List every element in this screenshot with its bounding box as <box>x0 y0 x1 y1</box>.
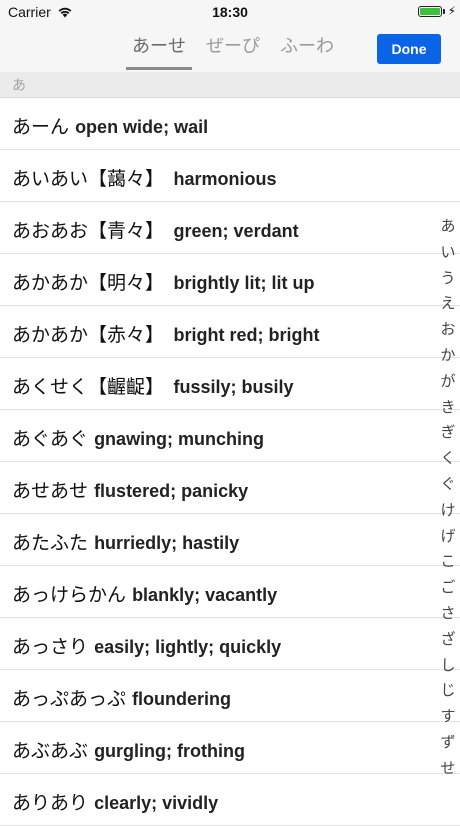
entry-gloss: bright red; bright <box>173 325 320 345</box>
index-letter[interactable]: げ <box>436 524 460 550</box>
entry-list: あーん open wide; wail あいあい【藹々】 harmonious あお… <box>0 98 460 826</box>
entry-reading: あたふた <box>12 532 89 554</box>
list-item[interactable]: あかあか【赤々】 bright red; bright <box>0 306 460 358</box>
entry-text: あっけらかん blankly; vacantly <box>12 580 277 607</box>
entry-reading: あっさり <box>12 636 89 658</box>
list-item[interactable]: あおあお【青々】 green; verdant <box>0 202 460 254</box>
tab-0[interactable]: あーせ <box>126 34 192 70</box>
list-item[interactable]: あくせく【齷齪】 fussily; busily <box>0 358 460 410</box>
entry-text: あぐあぐ gnawing; munching <box>12 424 264 451</box>
index-letter[interactable]: ぐ <box>436 472 460 498</box>
tab-2[interactable]: ふーわ <box>274 34 340 70</box>
list-item[interactable]: あかあか【明々】 brightly lit; lit up <box>0 254 460 306</box>
index-letter[interactable]: さ <box>436 601 460 627</box>
entry-text: あぶあぶ gurgling; frothing <box>12 736 245 763</box>
index-letter[interactable]: ざ <box>436 627 460 653</box>
entry-gloss: easily; lightly; quickly <box>94 637 282 657</box>
entry-reading: あせあせ <box>12 480 89 502</box>
entry-gloss: gurgling; frothing <box>94 741 246 761</box>
entry-reading: あおあお <box>12 220 89 242</box>
entry-text: あいあい【藹々】 harmonious <box>12 164 277 191</box>
charging-icon: ⚡ <box>447 4 456 18</box>
list-item[interactable]: あぶあぶ gurgling; frothing <box>0 722 460 774</box>
index-letter[interactable]: じ <box>436 678 460 704</box>
section-header: あ <box>0 72 460 98</box>
index-letter[interactable]: か <box>436 343 460 369</box>
list-item[interactable]: あたふた hurriedly; hastily <box>0 514 460 566</box>
entry-reading: あいあい <box>12 168 89 190</box>
entry-gloss: flustered; panicky <box>94 481 249 501</box>
index-letter[interactable]: い <box>436 240 460 266</box>
entry-text: あたふた hurriedly; hastily <box>12 528 239 555</box>
index-letter[interactable]: ご <box>436 575 460 601</box>
entry-gloss: gnawing; munching <box>94 429 265 449</box>
section-header-label: あ <box>12 78 26 94</box>
list-item[interactable]: あせあせ flustered; panicky <box>0 462 460 514</box>
section-index[interactable]: あいうえおかがきぎくぐけげこごさざしじすずせ <box>436 214 460 782</box>
entry-reading: あかあか <box>12 324 89 346</box>
index-letter[interactable]: し <box>436 653 460 679</box>
entry-reading: あかあか <box>12 272 89 294</box>
list-item[interactable]: あっけらかん blankly; vacantly <box>0 566 460 618</box>
status-bar: Carrier 18:30 ⚡ <box>0 0 460 24</box>
range-tabs: あーせ ぜーぴ ふーわ <box>126 34 348 70</box>
entry-text: あおあお【青々】 green; verdant <box>12 216 299 243</box>
list-item[interactable]: ありあり clearly; vividly <box>0 774 460 826</box>
entry-kanji: 【齷齪】 <box>88 376 165 398</box>
entry-kanji: 【明々】 <box>88 272 165 294</box>
entry-text: あかあか【赤々】 bright red; bright <box>12 320 320 347</box>
index-letter[interactable]: ず <box>436 730 460 756</box>
index-letter[interactable]: こ <box>436 549 460 575</box>
entry-gloss: blankly; vacantly <box>132 585 278 605</box>
entry-kanji: 【赤々】 <box>88 324 165 346</box>
index-letter[interactable]: け <box>436 498 460 524</box>
top-bar: Carrier 18:30 ⚡ あーせ ぜーぴ ふーわ Done <box>0 0 460 73</box>
done-button[interactable]: Done <box>377 34 441 64</box>
entry-reading: あぶあぶ <box>12 740 89 762</box>
index-letter[interactable]: ぎ <box>436 420 460 446</box>
list-item[interactable]: あっさり easily; lightly; quickly <box>0 618 460 670</box>
entry-gloss: harmonious <box>173 169 277 189</box>
list-item[interactable]: あぐあぐ gnawing; munching <box>0 410 460 462</box>
entry-gloss: brightly lit; lit up <box>173 273 315 293</box>
entry-gloss: green; verdant <box>173 221 299 241</box>
index-letter[interactable]: う <box>436 266 460 292</box>
entry-kanji: 【青々】 <box>88 220 165 242</box>
entry-reading: あっけらかん <box>12 584 127 606</box>
list-item[interactable]: あっぷあっぷ floundering <box>0 670 460 722</box>
list-item[interactable]: あいあい【藹々】 harmonious <box>0 150 460 202</box>
entry-reading: あくせく <box>12 376 89 398</box>
battery-tip <box>443 9 445 14</box>
entry-text: あっぷあっぷ floundering <box>12 684 231 711</box>
entry-gloss: open wide; wail <box>75 117 209 137</box>
list-item[interactable]: あーん open wide; wail <box>0 98 460 150</box>
entry-text: ありあり clearly; vividly <box>12 788 218 815</box>
index-letter[interactable]: す <box>436 704 460 730</box>
entry-reading: あっぷあっぷ <box>12 688 127 710</box>
entry-gloss: floundering <box>132 689 232 709</box>
entry-reading: あぐあぐ <box>12 428 89 450</box>
index-letter[interactable]: お <box>436 317 460 343</box>
index-letter[interactable]: あ <box>436 214 460 240</box>
status-time: 18:30 <box>212 4 248 20</box>
index-letter[interactable]: く <box>436 446 460 472</box>
entry-gloss: clearly; vividly <box>94 793 219 813</box>
index-letter[interactable]: せ <box>436 756 460 782</box>
entry-text: あっさり easily; lightly; quickly <box>12 632 281 659</box>
entry-gloss: hurriedly; hastily <box>94 533 240 553</box>
index-letter[interactable]: え <box>436 291 460 317</box>
entry-reading: あーん <box>12 116 70 138</box>
index-letter[interactable]: き <box>436 395 460 421</box>
battery-icon <box>418 6 442 17</box>
entry-gloss: fussily; busily <box>173 377 294 397</box>
entry-text: あーん open wide; wail <box>12 112 208 139</box>
entry-text: あくせく【齷齪】 fussily; busily <box>12 372 294 399</box>
entry-reading: ありあり <box>12 792 89 814</box>
entry-text: あせあせ flustered; panicky <box>12 476 248 503</box>
index-letter[interactable]: が <box>436 369 460 395</box>
entry-kanji: 【藹々】 <box>88 168 165 190</box>
entry-text: あかあか【明々】 brightly lit; lit up <box>12 268 315 295</box>
tab-1[interactable]: ぜーぴ <box>200 34 266 70</box>
